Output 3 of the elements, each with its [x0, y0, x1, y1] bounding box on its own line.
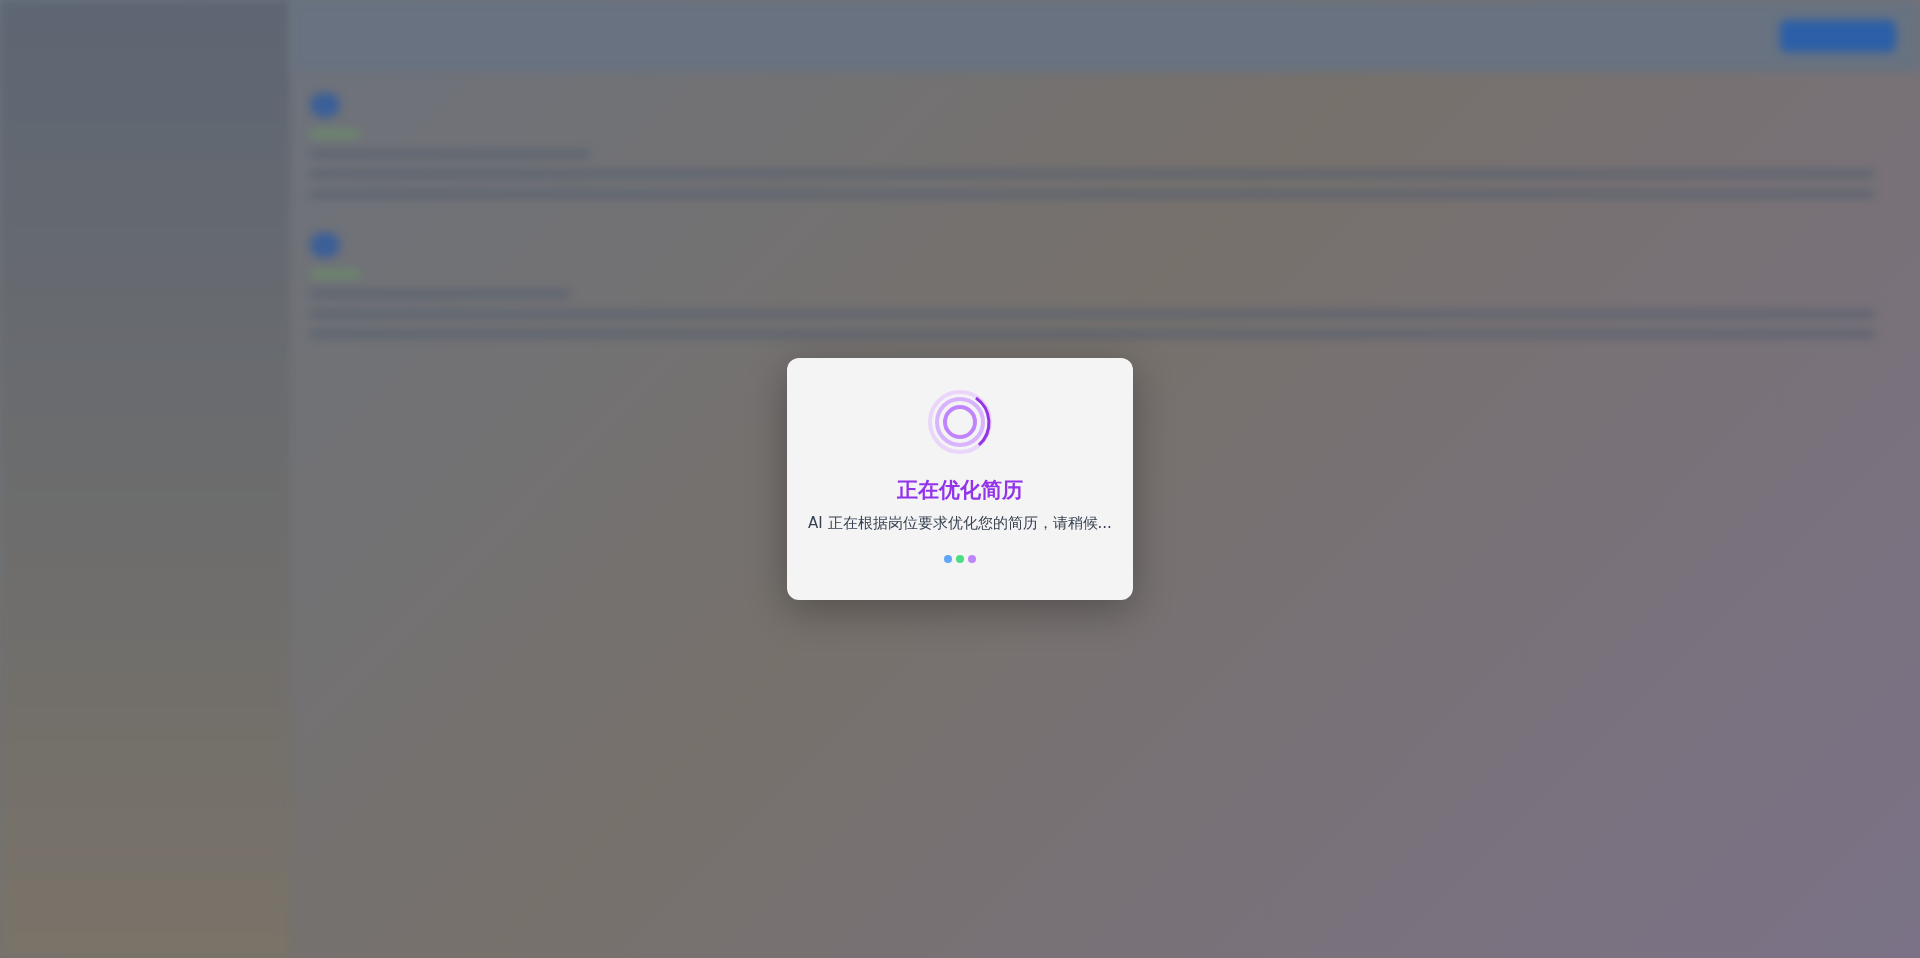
dialog-message: AI 正在根据岗位要求优化您的简历，请稍候... [808, 513, 1112, 533]
dialog-title: 正在优化简历 [897, 477, 1023, 503]
spinner-icon [927, 389, 993, 455]
